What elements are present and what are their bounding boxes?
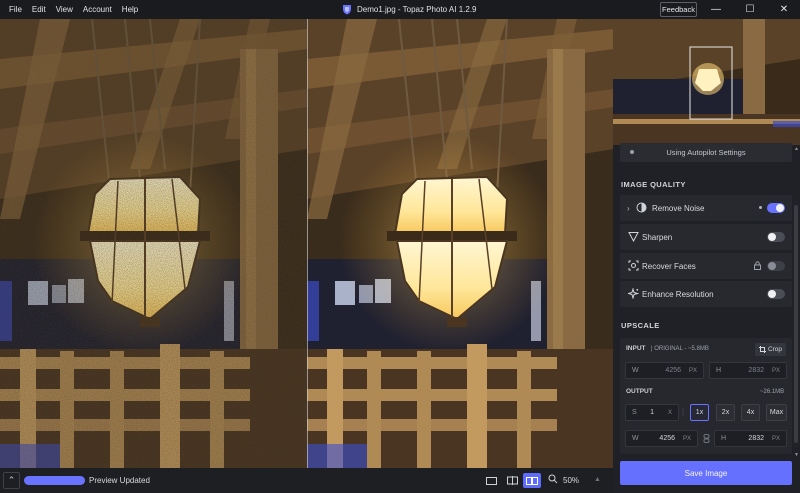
crop-label: Crop [767, 346, 783, 353]
feature-label: Enhance Resolution [642, 289, 714, 299]
panel-scrollbar[interactable] [794, 205, 798, 443]
image-quality-title: IMAGE QUALITY [621, 180, 686, 189]
output-width-value: 4256 [659, 435, 675, 442]
output-width-field[interactable]: W 4256 PX [625, 430, 698, 447]
feature-label: Recover Faces [642, 261, 696, 271]
width-prefix: W [632, 367, 639, 374]
preview-status-text: Preview Updated [89, 476, 150, 485]
autopilot-text: Using Autopilot Settings [666, 148, 746, 157]
x-unit: X [667, 409, 672, 416]
feature-remove-noise[interactable]: › Remove Noise [620, 195, 792, 221]
zoom-icon[interactable] [548, 474, 560, 486]
menu-help[interactable]: Help [117, 0, 143, 19]
feedback-button[interactable]: Feedback [660, 2, 697, 17]
save-image-button[interactable]: Save Image [620, 461, 792, 485]
comparison-divider[interactable] [307, 19, 308, 468]
single-view-icon [485, 476, 497, 485]
status-dot-icon [759, 206, 762, 209]
toggle-knob [776, 204, 784, 212]
window-title-text: Demo1.jpg - Topaz Photo AI 1.2.9 [357, 5, 477, 14]
crop-button[interactable]: Crop [755, 343, 786, 356]
input-height-value: 2832 [748, 367, 764, 374]
output-height-value: 2832 [748, 435, 764, 442]
scroll-down-icon[interactable]: ▼ [794, 452, 799, 458]
remove-noise-toggle[interactable] [767, 203, 785, 213]
window-title: Demo1.jpg - Topaz Photo AI 1.2.9 [342, 0, 476, 19]
scale-1x-button[interactable]: 1x [690, 404, 709, 421]
width-prefix: W [632, 435, 639, 442]
scroll-up-icon[interactable]: ▲ [794, 146, 799, 152]
feature-sharpen[interactable]: Sharpen [620, 224, 792, 250]
navigator-thumbnail[interactable] [613, 19, 800, 145]
zoom-level[interactable]: 50% [563, 474, 579, 487]
autopilot-dot-icon [630, 150, 634, 154]
maximize-icon: ☐ [745, 4, 755, 15]
navigator-image [613, 19, 800, 145]
chevron-right-icon[interactable]: › [627, 204, 630, 213]
chevron-up-icon: ⌃ [7, 475, 16, 485]
noise-icon [636, 202, 647, 213]
minimize-icon: — [711, 4, 721, 15]
close-icon: ✕ [779, 4, 789, 15]
menu-view[interactable]: View [51, 0, 78, 19]
close-button[interactable]: ✕ [767, 0, 800, 19]
menu-file[interactable]: File [4, 0, 27, 19]
minimize-button[interactable]: — [699, 0, 733, 19]
image-viewer[interactable] [0, 19, 613, 468]
px-unit: PX [682, 435, 691, 442]
preview-progress-bar [24, 476, 85, 485]
recover-faces-toggle[interactable] [767, 261, 785, 271]
autopilot-banner[interactable]: Using Autopilot Settings [620, 143, 792, 162]
side-by-side-icon [526, 476, 538, 485]
menu-account[interactable]: Account [78, 0, 117, 19]
output-height-field[interactable]: H 2832 PX [714, 430, 787, 447]
scale-factor-field[interactable]: S 1 X [625, 404, 679, 421]
crop-icon [758, 346, 766, 353]
input-height-field: H 2832 PX [709, 362, 787, 379]
zoom-caret-icon[interactable]: ▲ [594, 476, 601, 483]
feature-label: Sharpen [642, 232, 673, 242]
scale-prefix: S [632, 409, 637, 416]
sharpen-icon [628, 232, 639, 242]
lock-icon [754, 261, 761, 270]
expand-panel-button[interactable]: ⌃ [3, 472, 20, 489]
upscale-title: UPSCALE [621, 321, 660, 330]
split-view-button[interactable] [503, 473, 521, 488]
input-label: INPUT [626, 345, 646, 352]
enhance-icon [628, 288, 639, 299]
scale-4x-button[interactable]: 4x [741, 404, 760, 421]
link-icon[interactable] [703, 434, 710, 443]
menu-bar: File Edit View Account Help [4, 0, 143, 19]
scale-max-button[interactable]: Max [766, 404, 787, 421]
toggle-knob [768, 233, 776, 241]
input-width-field: W 4256 PX [625, 362, 704, 379]
toggle-knob [768, 262, 776, 270]
scale-factor-value: 1 [650, 409, 654, 416]
height-prefix: H [721, 435, 727, 442]
scale-2x-button[interactable]: 2x [716, 404, 735, 421]
toggle-knob [768, 290, 776, 298]
feature-enhance-resolution[interactable]: Enhance Resolution [620, 281, 792, 307]
px-unit: PX [771, 367, 780, 374]
feature-label: Remove Noise [652, 203, 705, 213]
face-icon [628, 260, 639, 271]
single-view-button[interactable] [482, 473, 500, 488]
separator: | [682, 407, 685, 416]
split-view-icon [506, 476, 518, 485]
enhance-resolution-toggle[interactable] [767, 289, 785, 299]
sharpen-toggle[interactable] [767, 232, 785, 242]
px-unit: PX [688, 367, 697, 374]
menu-edit[interactable]: Edit [27, 0, 51, 19]
output-size: ~26.1MB [760, 389, 785, 395]
output-label: OUTPUT [626, 388, 653, 395]
height-prefix: H [716, 367, 722, 374]
side-by-side-view-button[interactable] [523, 473, 541, 488]
px-unit: PX [771, 435, 780, 442]
input-meta: | ORIGINAL - ~5.8MB [651, 346, 709, 352]
topaz-logo-icon [343, 5, 351, 15]
input-width-value: 4256 [665, 367, 681, 374]
maximize-button[interactable]: ☐ [733, 0, 767, 19]
feature-recover-faces[interactable]: Recover Faces [620, 253, 792, 279]
